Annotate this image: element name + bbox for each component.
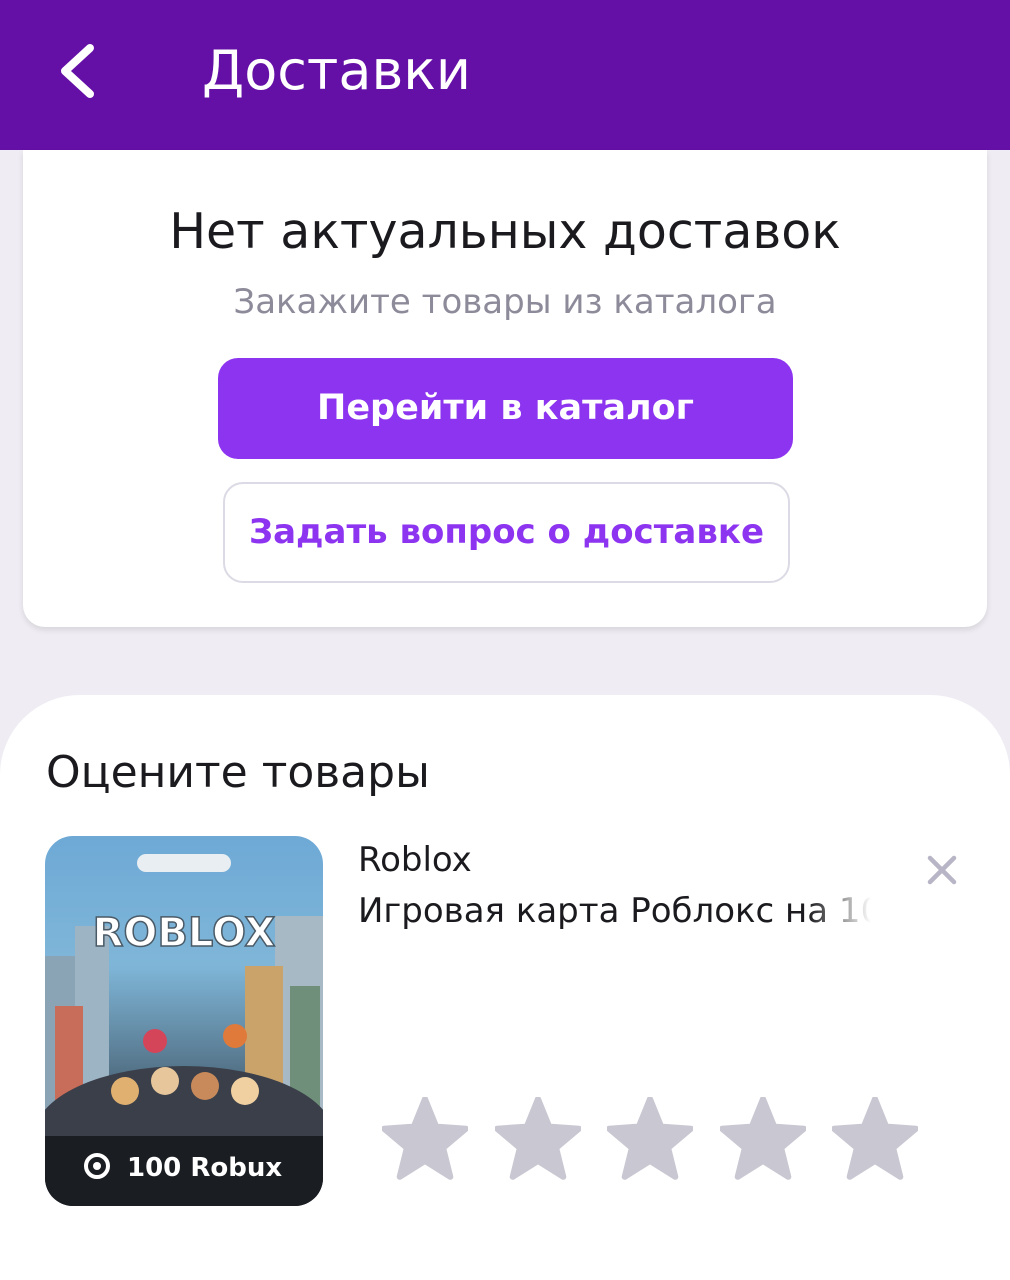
app-header: Доставки <box>0 0 1010 150</box>
ask-delivery-question-button[interactable]: Задать вопрос о доставке <box>223 482 790 583</box>
star-icon[interactable] <box>381 1096 469 1183</box>
rate-products-card: Оцените товары ROBLOX 100 Robux Roblox И… <box>0 695 1010 1280</box>
empty-state-title: Нет актуальных доставок <box>169 203 841 260</box>
star-icon[interactable] <box>493 1096 582 1183</box>
rate-products-title: Оцените товары <box>46 747 430 798</box>
star-icon[interactable] <box>606 1096 694 1183</box>
page-title: Доставки <box>202 39 471 102</box>
product-name: Игровая карта Роблокс на 100 Robux <box>358 891 878 931</box>
star-icon[interactable] <box>718 1096 807 1183</box>
empty-deliveries-card: Нет актуальных доставок Закажите товары … <box>23 150 987 627</box>
product-name-container[interactable]: Игровая карта Роблокс на 100 Robux <box>358 889 878 937</box>
product-image-logo: ROBLOX <box>93 910 276 956</box>
product-name-fade <box>808 889 878 937</box>
chevron-left-icon <box>61 44 94 98</box>
go-to-catalog-button[interactable]: Перейти в каталог <box>218 358 793 459</box>
back-button[interactable] <box>50 36 110 106</box>
dismiss-product-button[interactable] <box>920 848 964 892</box>
product-image[interactable]: ROBLOX 100 Robux <box>45 836 323 1206</box>
rating-stars <box>381 1096 922 1183</box>
close-icon <box>927 855 957 885</box>
star-icon[interactable] <box>831 1096 919 1183</box>
empty-state-subtitle: Закажите товары из каталога <box>233 282 777 322</box>
product-image-amount: 100 Robux <box>127 1153 282 1183</box>
product-brand: Roblox <box>358 840 472 880</box>
